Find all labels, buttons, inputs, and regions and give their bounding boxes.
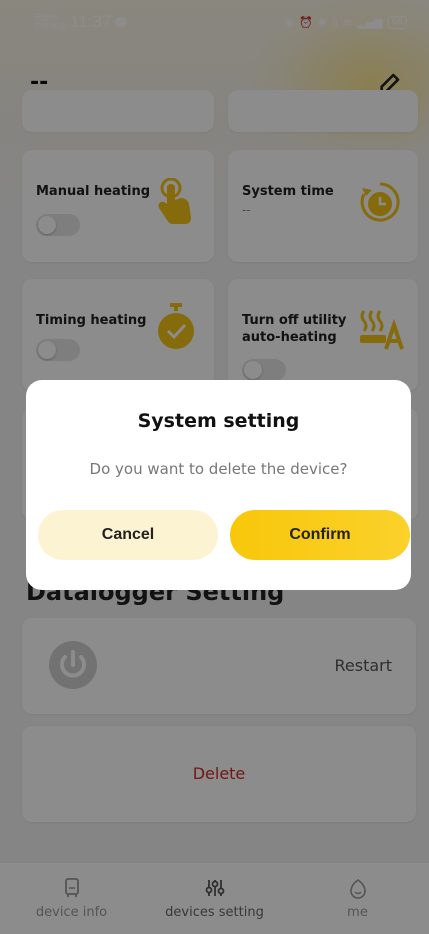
dialog-title: System setting [137,410,300,432]
cancel-button[interactable]: Cancel [38,510,218,560]
dialog-message: Do you want to delete the device? [89,460,348,478]
confirm-delete-dialog: System setting Do you want to delete the… [26,380,411,590]
confirm-button[interactable]: Confirm [230,510,410,560]
